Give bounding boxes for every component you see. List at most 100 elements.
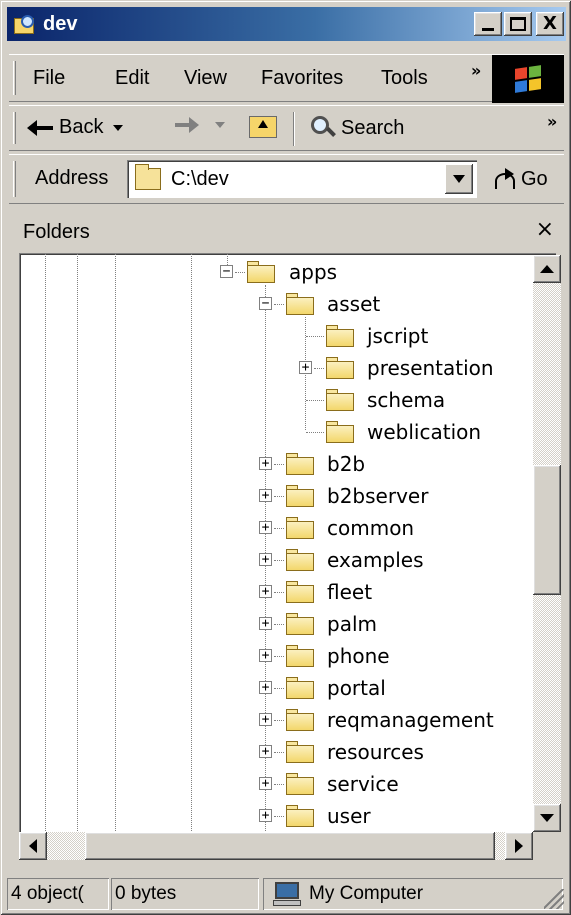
tree-node-portal[interactable]: + portal	[19, 673, 499, 703]
tree-connector	[306, 336, 324, 337]
tree-expander-collapsed[interactable]: +	[259, 585, 272, 598]
tree-expander-collapsed[interactable]: +	[259, 777, 272, 790]
tree-node-label: b2bserver	[327, 484, 429, 508]
tree-expander-expanded[interactable]: −	[259, 297, 272, 310]
tree-node-service[interactable]: + service	[19, 769, 499, 799]
title-bar[interactable]: dev X	[7, 7, 566, 41]
up-button[interactable]	[249, 116, 277, 138]
tree-node-label: reqmanagement	[327, 708, 494, 732]
tree-node-b2b[interactable]: + b2b	[19, 449, 499, 479]
status-size: 0 bytes	[111, 878, 259, 910]
forward-arrow-icon	[175, 116, 201, 134]
menu-edit[interactable]: Edit	[115, 67, 149, 90]
tree-expander-collapsed[interactable]: +	[259, 617, 272, 630]
windows-logo-throbber	[492, 55, 564, 103]
tree-node-palm[interactable]: + palm	[19, 609, 499, 639]
tree-connector	[314, 368, 324, 369]
address-label: Address	[35, 167, 109, 189]
go-button[interactable]: Go	[493, 167, 548, 191]
maximize-button[interactable]	[504, 12, 532, 36]
scroll-down-button[interactable]	[533, 804, 561, 832]
folder-icon	[286, 677, 314, 699]
tree-connector	[274, 464, 284, 465]
tree-node-presentation[interactable]: + presentation	[19, 353, 499, 383]
address-dropdown-button[interactable]	[445, 164, 473, 194]
tree-connector	[235, 272, 245, 273]
minimize-button[interactable]	[474, 12, 502, 36]
close-button[interactable]: X	[536, 12, 564, 36]
tree-node-asset[interactable]: − asset	[19, 289, 499, 319]
tree-node-b2bserver[interactable]: + b2bserver	[19, 481, 499, 511]
tree-node-apps[interactable]: − apps	[19, 257, 499, 287]
address-input[interactable]: C:\dev	[127, 160, 477, 198]
horizontal-scroll-thumb[interactable]	[85, 832, 495, 860]
folder-icon	[247, 261, 275, 283]
search-label: Search	[341, 116, 405, 139]
tree-expander-collapsed[interactable]: +	[259, 457, 272, 470]
tree-expander-collapsed[interactable]: +	[259, 713, 272, 726]
search-button[interactable]: Search	[309, 114, 404, 142]
window-title: dev	[43, 12, 78, 35]
tree-connector	[274, 688, 284, 689]
tree-node-label: jscript	[367, 324, 429, 348]
resize-grip[interactable]	[544, 889, 564, 909]
tree-node-common[interactable]: + common	[19, 513, 499, 543]
tree-expander-collapsed[interactable]: +	[259, 745, 272, 758]
folder-icon	[326, 357, 354, 379]
status-size-text: 0 bytes	[115, 883, 177, 904]
tree-node-examples[interactable]: + examples	[19, 545, 499, 575]
explorer-folder-search-icon[interactable]	[13, 12, 37, 36]
scrollbar-corner	[533, 832, 561, 860]
address-bar-grip[interactable]	[13, 161, 16, 197]
scroll-left-button[interactable]	[19, 832, 47, 860]
tree-expander-collapsed[interactable]: +	[259, 681, 272, 694]
tree-expander-collapsed[interactable]: +	[259, 521, 272, 534]
my-computer-icon	[273, 881, 301, 907]
tree-expander-collapsed[interactable]: +	[299, 361, 312, 374]
tree-node-fleet[interactable]: + fleet	[19, 577, 499, 607]
minimize-icon	[482, 27, 494, 31]
tree-node-weblication[interactable]: weblication	[19, 417, 499, 447]
tree-expander-collapsed[interactable]: +	[259, 809, 272, 822]
tree-expander-collapsed[interactable]: +	[259, 649, 272, 662]
menu-bar-grip[interactable]	[13, 61, 16, 95]
address-bar: Address C:\dev Go	[9, 154, 564, 204]
menu-file[interactable]: File	[33, 67, 65, 90]
folder-icon	[326, 421, 354, 443]
tree-node-label: examples	[327, 548, 424, 572]
tree-node-reqmanagement[interactable]: + reqmanagement	[19, 705, 499, 735]
tree-expander-collapsed[interactable]: +	[259, 553, 272, 566]
toolbar-grip[interactable]	[13, 112, 16, 144]
menu-tools[interactable]: Tools	[381, 67, 428, 90]
tree-node-phone[interactable]: + phone	[19, 641, 499, 671]
tree-connector	[274, 752, 284, 753]
back-dropdown-icon[interactable]	[113, 124, 124, 131]
folder-tree[interactable]: − apps − asset jscript + presentation sc…	[19, 253, 556, 851]
tree-node-user[interactable]: + user	[19, 801, 499, 831]
horizontal-scrollbar[interactable]	[19, 832, 533, 860]
menu-favorites[interactable]: Favorites	[261, 67, 343, 90]
forward-button[interactable]	[175, 116, 225, 134]
tree-node-jscript[interactable]: jscript	[19, 321, 499, 351]
scroll-up-button[interactable]	[533, 255, 561, 283]
vertical-scrollbar[interactable]	[533, 255, 561, 832]
back-button[interactable]: Back	[27, 116, 124, 139]
folders-pane-close-icon[interactable]: ×	[536, 217, 554, 242]
tree-node-resources[interactable]: + resources	[19, 737, 499, 767]
go-arrow-icon	[493, 167, 517, 191]
close-icon: X	[543, 13, 557, 34]
scroll-right-button[interactable]	[505, 832, 533, 860]
folder-icon	[286, 741, 314, 763]
tree-expander-collapsed[interactable]: +	[259, 489, 272, 502]
menu-view[interactable]: View	[184, 67, 227, 90]
windows-flag-icon	[515, 65, 541, 93]
tree-node-label: schema	[367, 388, 446, 412]
tree-expander-expanded[interactable]: −	[220, 265, 233, 278]
tree-node-schema[interactable]: schema	[19, 385, 499, 415]
tree-connector	[274, 784, 284, 785]
forward-dropdown-icon[interactable]	[215, 122, 225, 128]
toolbar-overflow-chevron[interactable]: »	[547, 112, 557, 131]
vertical-scroll-thumb[interactable]	[533, 465, 561, 595]
menu-overflow-chevron[interactable]: »	[471, 61, 481, 80]
go-label: Go	[521, 167, 548, 190]
